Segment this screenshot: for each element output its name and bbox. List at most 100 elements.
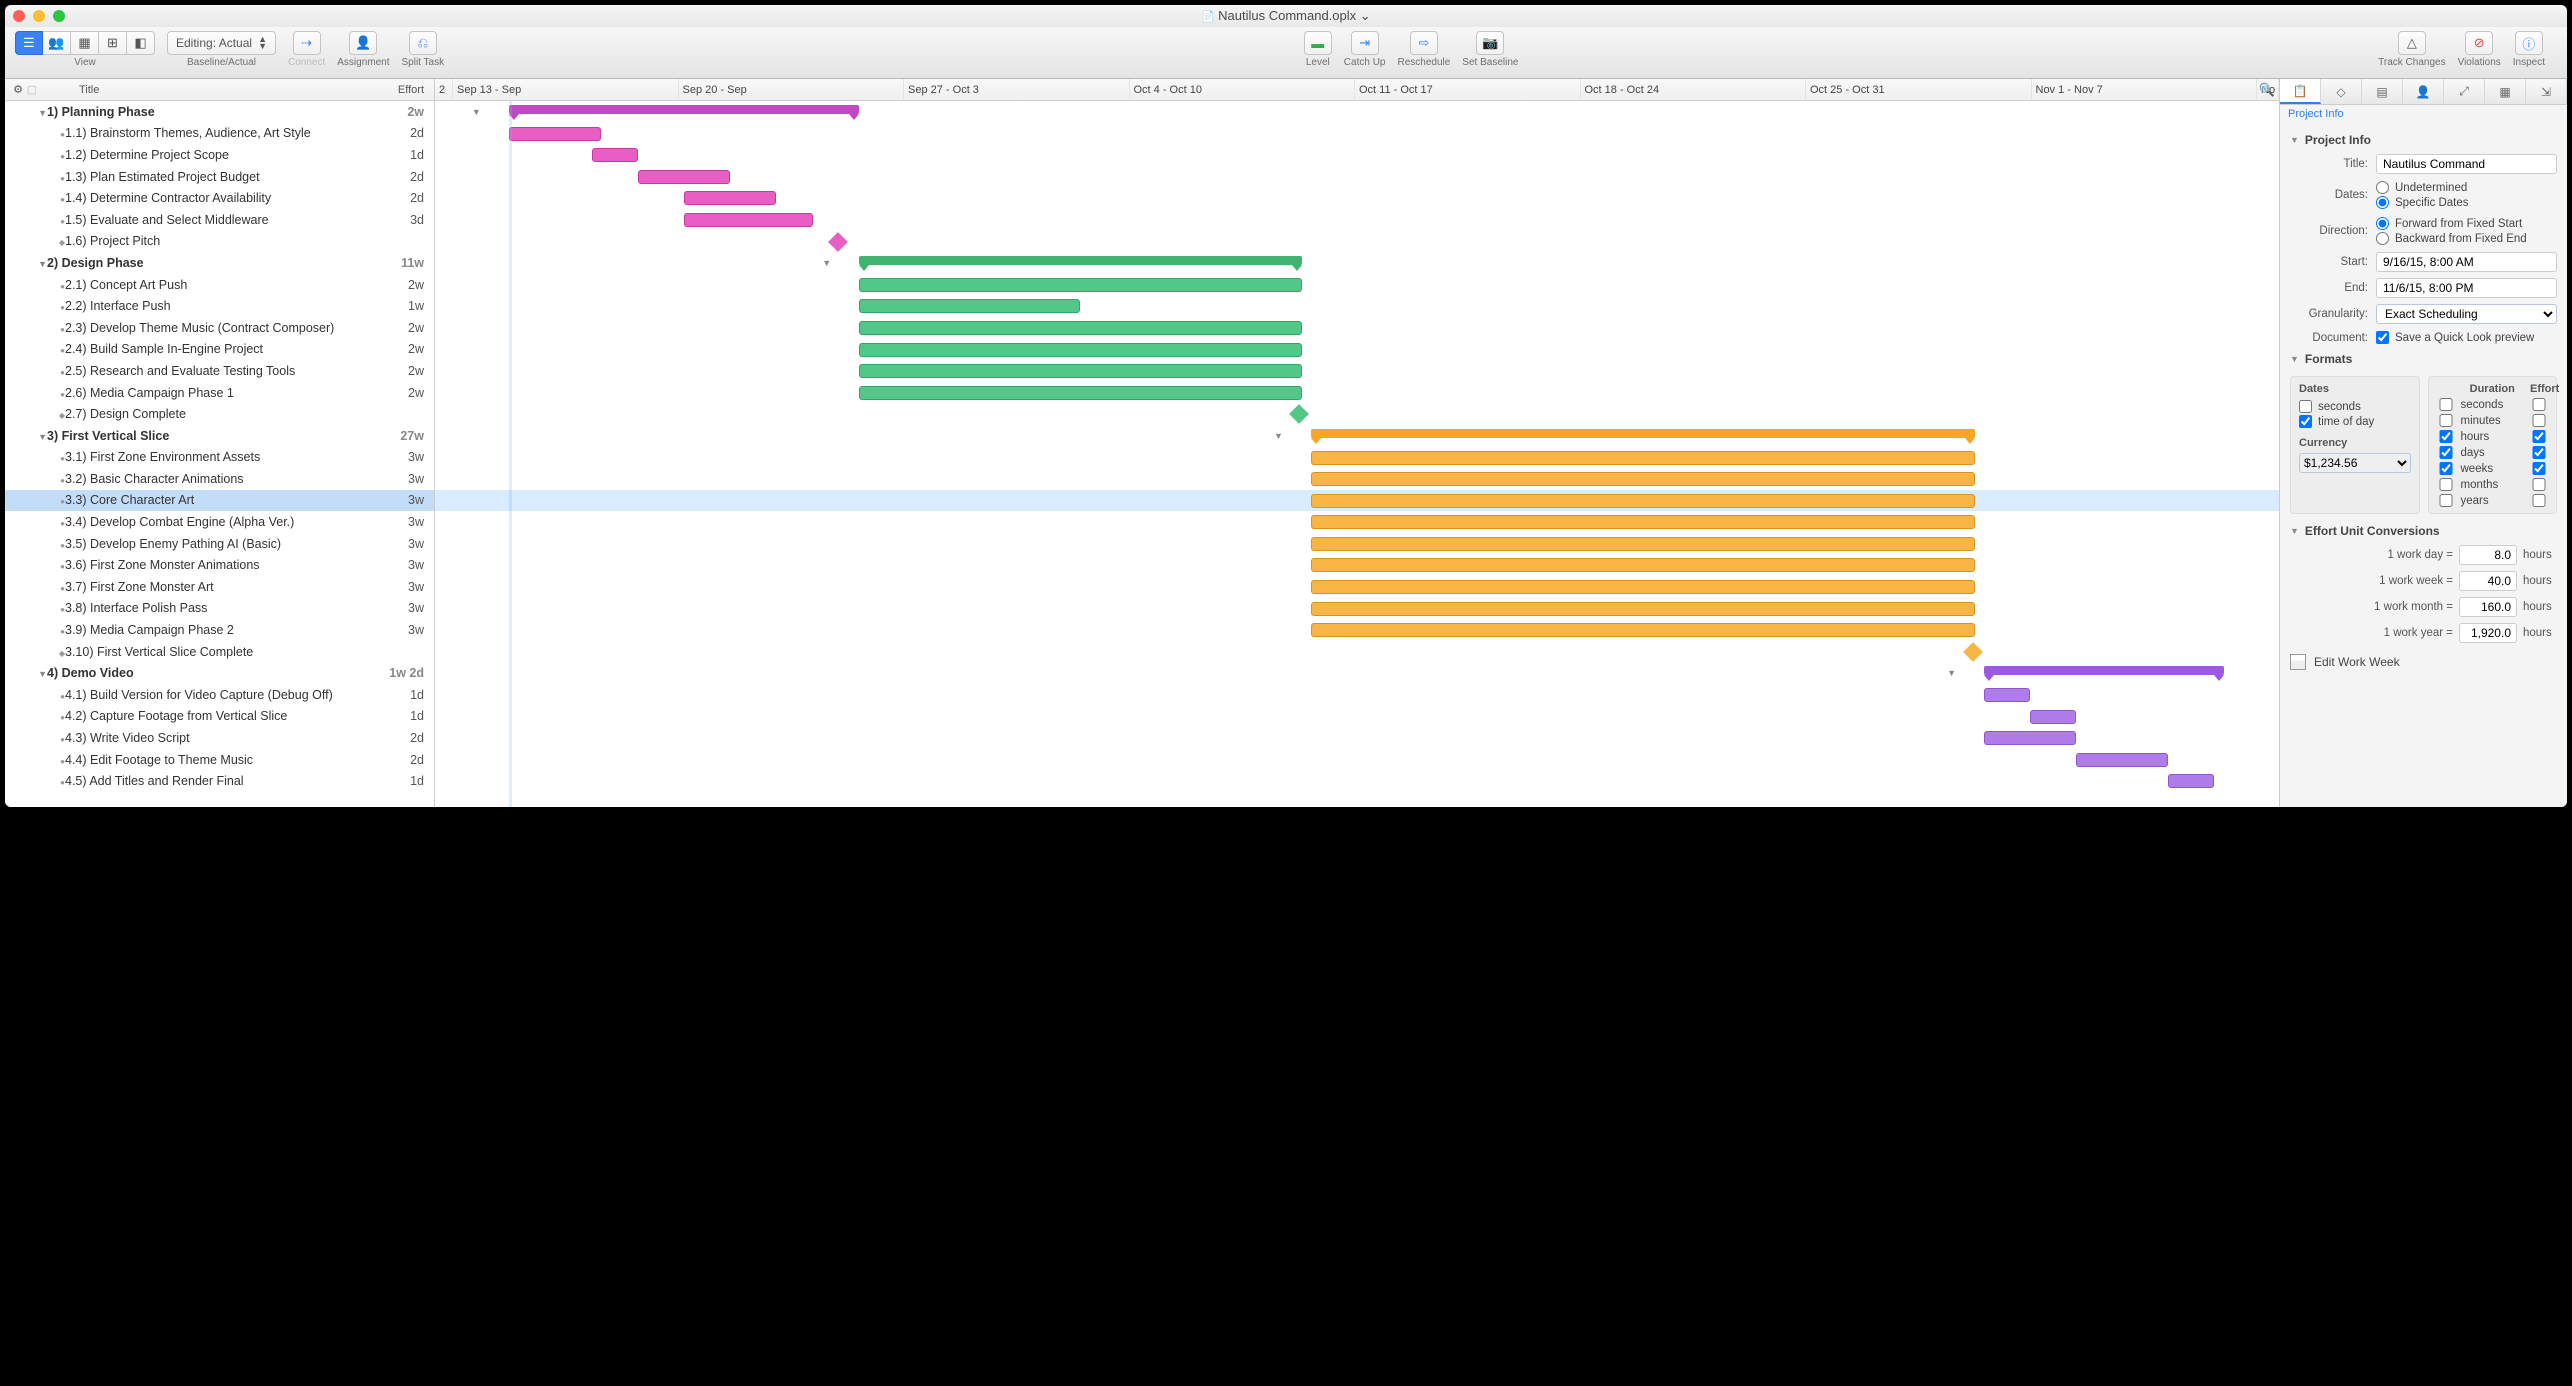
gantt-row[interactable] (435, 360, 2279, 382)
disclosure-triangle-icon[interactable]: ▼ (38, 259, 47, 269)
gantt-row[interactable] (435, 511, 2279, 533)
dur-hours-check[interactable] (2437, 430, 2455, 443)
title-column-header[interactable]: Title (39, 84, 374, 96)
gantt-row[interactable] (435, 144, 2279, 166)
close-icon[interactable] (13, 10, 25, 22)
eff-years-check[interactable] (2530, 494, 2548, 507)
inspector-tab-project[interactable]: 📋 (2280, 79, 2321, 104)
gantt-milestone-diamond[interactable] (829, 232, 849, 252)
eff-weeks-check[interactable] (2530, 462, 2548, 475)
eff-hours-check[interactable] (2530, 430, 2548, 443)
eff-seconds-check[interactable] (2530, 398, 2548, 411)
gantt-task-bar[interactable] (859, 299, 1080, 313)
minimize-icon[interactable] (33, 10, 45, 22)
search-icon[interactable]: 🔍 (2259, 82, 2275, 98)
gantt-row[interactable] (435, 274, 2279, 296)
eff-minutes-check[interactable] (2530, 414, 2548, 427)
task-row[interactable]: ▼2) Design Phase11w (5, 252, 434, 274)
gantt-task-bar[interactable] (2168, 774, 2214, 788)
task-row[interactable]: ●3.9) Media Campaign Phase 23w (5, 619, 434, 641)
gantt-row[interactable] (435, 554, 2279, 576)
inspector-tab-styles[interactable]: ▤ (2362, 79, 2403, 104)
gantt-row[interactable] (435, 576, 2279, 598)
timeline-week-header[interactable]: Sep 20 - Sep (679, 79, 905, 100)
gantt-summary-bar[interactable] (1984, 666, 2224, 675)
gantt-disclosure-icon[interactable]: ▼ (1947, 668, 1956, 678)
dur-months-check[interactable] (2437, 478, 2455, 491)
inspect-button[interactable]: ⓘ (2515, 31, 2543, 55)
timeline-week-header[interactable]: Oct 4 - Oct 10 (1130, 79, 1356, 100)
inspector-tab-custom[interactable]: ▦ (2485, 79, 2526, 104)
dur-minutes-check[interactable] (2437, 414, 2455, 427)
gantt-row[interactable] (435, 295, 2279, 317)
gantt-task-bar[interactable] (859, 321, 1302, 335)
timeline-week-header[interactable]: Nov 1 - Nov 7 (2032, 79, 2258, 100)
task-row[interactable]: ●2.6) Media Campaign Phase 12w (5, 382, 434, 404)
task-row[interactable]: ●3.5) Develop Enemy Pathing AI (Basic)3w (5, 533, 434, 555)
gantt-task-bar[interactable] (1984, 688, 2030, 702)
section-conversions[interactable]: ▼Effort Unit Conversions (2280, 520, 2567, 542)
document-title[interactable]: Nautilus Command.oplx ⌄ (5, 8, 2567, 24)
level-button[interactable]: ▬ (1304, 31, 1332, 55)
gantt-row[interactable] (435, 533, 2279, 555)
gantt-task-bar[interactable] (1311, 602, 1975, 616)
timeline-week-header[interactable]: Oct 25 - Oct 31 (1806, 79, 2032, 100)
gantt-task-bar[interactable] (2076, 753, 2168, 767)
view-resources-button[interactable]: 👥 (43, 31, 71, 55)
task-row[interactable]: ●2.2) Interface Push1w (5, 295, 434, 317)
gantt-task-bar[interactable] (1311, 472, 1975, 486)
gantt-row[interactable] (435, 598, 2279, 620)
gantt-row[interactable] (435, 317, 2279, 339)
gantt-disclosure-icon[interactable]: ▼ (822, 258, 831, 268)
gantt-task-bar[interactable] (1311, 537, 1975, 551)
task-row[interactable]: ●3.6) First Zone Monster Animations3w (5, 554, 434, 576)
task-row[interactable]: ●3.3) Core Character Art3w (5, 490, 434, 512)
gantt-row[interactable]: ▼ (435, 101, 2279, 123)
split-task-button[interactable]: ⎌ (409, 31, 437, 55)
task-row[interactable]: ●1.5) Evaluate and Select Middleware3d (5, 209, 434, 231)
reschedule-button[interactable]: ⇨ (1410, 31, 1438, 55)
gantt-task-bar[interactable] (859, 343, 1302, 357)
conversion-value-field[interactable] (2459, 597, 2517, 617)
baseline-selector[interactable]: Editing: Actual ▲▼ (167, 31, 276, 55)
gantt-task-bar[interactable] (1311, 515, 1975, 529)
note-column-icon[interactable]: ▢ (25, 83, 39, 96)
section-formats[interactable]: ▼Formats (2280, 348, 2567, 370)
task-row[interactable]: ●2.1) Concept Art Push2w (5, 274, 434, 296)
seconds-checkbox[interactable] (2299, 400, 2312, 413)
view-network-button[interactable]: ⊞ (99, 31, 127, 55)
gantt-row[interactable] (435, 727, 2279, 749)
gantt-task-bar[interactable] (2030, 710, 2076, 724)
gantt-disclosure-icon[interactable]: ▼ (472, 107, 481, 117)
eff-days-check[interactable] (2530, 446, 2548, 459)
gantt-task-bar[interactable] (638, 170, 730, 184)
edit-work-week-button[interactable]: Edit Work Week (2280, 646, 2567, 678)
inspector-tab-attach[interactable]: ⇲ (2526, 79, 2567, 104)
timeline-week-header[interactable]: Sep 13 - Sep (453, 79, 679, 100)
gantt-task-bar[interactable] (1311, 558, 1975, 572)
gantt-task-bar[interactable] (1311, 451, 1975, 465)
quicklook-checkbox[interactable] (2376, 331, 2389, 344)
task-row[interactable]: ●4.4) Edit Footage to Theme Music2d (5, 749, 434, 771)
task-row[interactable]: ●3.8) Interface Polish Pass3w (5, 598, 434, 620)
section-project-info[interactable]: ▼Project Info (2280, 129, 2567, 151)
gantt-row[interactable]: ▼ (435, 425, 2279, 447)
gantt-row[interactable]: ▼ (435, 252, 2279, 274)
gantt-row[interactable] (435, 490, 2279, 512)
task-row[interactable]: ▼3) First Vertical Slice27w (5, 425, 434, 447)
gantt-milestone-diamond[interactable] (1290, 404, 1310, 424)
zoom-icon[interactable] (53, 10, 65, 22)
task-row[interactable]: ◆3.10) First Vertical Slice Complete (5, 641, 434, 663)
gantt-row[interactable] (435, 684, 2279, 706)
task-row[interactable]: ▼4) Demo Video1w 2d (5, 662, 434, 684)
gantt-task-bar[interactable] (1984, 731, 2076, 745)
task-row[interactable]: ●4.5) Add Titles and Render Final1d (5, 770, 434, 792)
end-date-field[interactable] (2376, 278, 2557, 298)
gantt-task-bar[interactable] (684, 191, 776, 205)
eff-months-check[interactable] (2530, 478, 2548, 491)
gantt-body[interactable]: ▼ ▼ ▼ ▼ (435, 101, 2279, 807)
gantt-task-bar[interactable] (859, 364, 1302, 378)
task-row[interactable]: ◆2.7) Design Complete (5, 403, 434, 425)
gantt-row[interactable] (435, 749, 2279, 771)
task-row[interactable]: ●1.3) Plan Estimated Project Budget2d (5, 166, 434, 188)
